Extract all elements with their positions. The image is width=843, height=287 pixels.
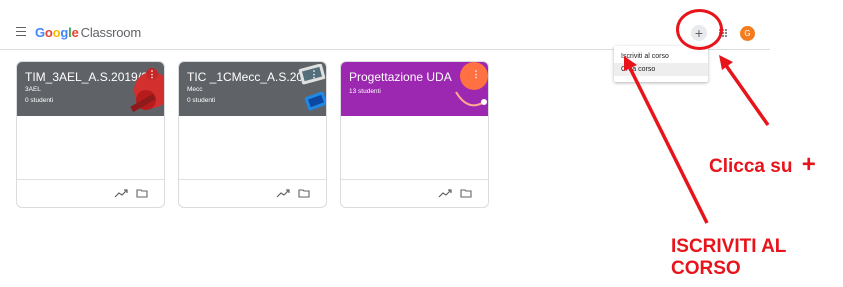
course-options-icon[interactable]: ⋮	[470, 68, 482, 80]
trending-up-icon[interactable]	[114, 187, 128, 199]
trending-up-icon[interactable]	[438, 187, 452, 199]
course-card-header: TIM_3AEL_A.S.2019/20 3AEL 0 studenti ⋮	[17, 62, 164, 116]
menu-item-create-class[interactable]: Crea corso	[614, 63, 708, 76]
course-card-footer	[17, 179, 164, 207]
google-wordmark: Google	[35, 25, 79, 40]
course-header-illustration	[455, 62, 488, 107]
course-header-illustration	[130, 72, 164, 113]
course-options-icon[interactable]: ⋮	[308, 68, 320, 80]
folder-icon[interactable]	[298, 187, 310, 199]
app-logo[interactable]: Google Classroom	[35, 25, 141, 40]
annotation-join-line2: CORSO	[671, 258, 741, 279]
top-app-bar: Google Classroom + G	[0, 0, 770, 50]
app-name: Classroom	[80, 25, 142, 40]
folder-icon[interactable]	[460, 187, 472, 199]
menu-item-join-class[interactable]: Iscriviti al corso	[614, 50, 708, 63]
course-card[interactable]: TIM_3AEL_A.S.2019/20 3AEL 0 studenti ⋮	[16, 61, 165, 208]
course-card[interactable]: Progettazione UDA 13 studenti ⋮	[340, 61, 489, 208]
annotation-circle	[676, 9, 723, 50]
course-options-icon[interactable]: ⋮	[146, 68, 158, 80]
annotation-join-line1: ISCRIVITI AL	[671, 236, 787, 257]
folder-icon[interactable]	[136, 187, 148, 199]
create-join-menu: Iscriviti al corso Crea corso	[614, 46, 708, 82]
classroom-page: Google Classroom + G TIM_3AEL_A.S.2019/20…	[0, 0, 843, 287]
course-card-header: Progettazione UDA 13 studenti ⋮	[341, 62, 488, 116]
annotation-click-plus: Clicca su +	[709, 151, 816, 179]
hamburger-menu-icon[interactable]	[16, 27, 26, 37]
annotation-plus-symbol: +	[801, 151, 816, 178]
annotation-join-course: ISCRIVITI AL CORSO	[671, 236, 786, 280]
annotation-click-text: Clicca su	[709, 156, 793, 177]
course-card-footer	[179, 179, 326, 207]
course-card[interactable]: TIC _1CMecc_A.S.201... Mecc 0 studenti ⋮	[178, 61, 327, 208]
course-card-footer	[341, 179, 488, 207]
trending-up-icon[interactable]	[276, 187, 290, 199]
avatar[interactable]: G	[740, 26, 755, 41]
course-card-header: TIC _1CMecc_A.S.201... Mecc 0 studenti ⋮	[179, 62, 326, 116]
